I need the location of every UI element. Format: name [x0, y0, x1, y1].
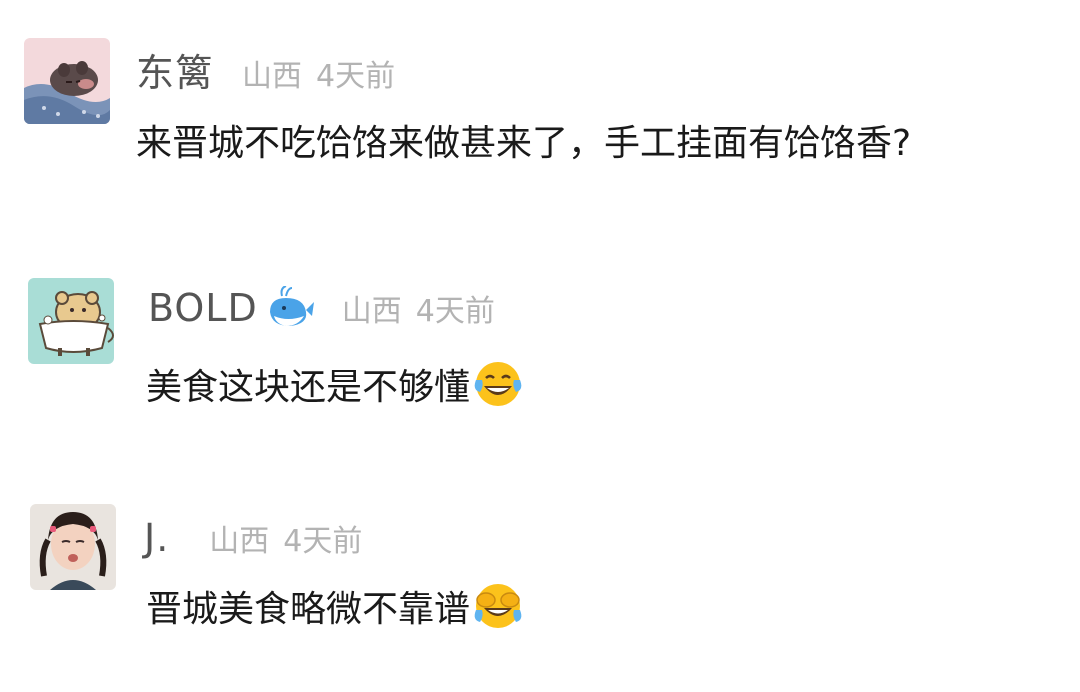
comment-meta: BOLD 山西 4天前 — [148, 285, 495, 330]
location-label: 山西 — [242, 59, 303, 94]
timestamp: 4天前 — [283, 524, 363, 559]
comment-item: 东篱 山西 4天前 来晋城不吃饸饹来做甚来了，手工挂面有饸饹香? — [0, 0, 1080, 230]
comment-item: BOLD 山西 4天前 美食这块还是不够懂 — [0, 230, 1080, 470]
username[interactable]: BOLD — [148, 286, 258, 330]
comment-text: 来晋城不吃饸饹来做甚来了，手工挂面有饸饹香? — [136, 114, 911, 166]
username[interactable]: 东篱 — [136, 42, 214, 97]
timestamp: 4天前 — [316, 59, 396, 94]
comment-text-content: 来晋城不吃饸饹来做甚来了，手工挂面有饸饹香? — [136, 123, 912, 164]
timestamp: 4天前 — [415, 294, 495, 329]
comment-text: 美食这块还是不够懂 — [146, 358, 524, 410]
location-label: 山西 — [209, 524, 270, 559]
comment-meta: J. 山西 4天前 — [144, 516, 362, 560]
comment-text-content: 晋城美食略微不靠谱 — [146, 589, 471, 630]
pig-sleeping-avatar-icon — [24, 38, 110, 124]
user-avatar[interactable] — [24, 38, 110, 124]
username[interactable]: J. — [144, 516, 169, 560]
whale-badge-icon — [264, 285, 314, 330]
location-label: 山西 — [341, 294, 402, 329]
comment-text: 晋城美食略微不靠谱 — [146, 580, 524, 632]
comment-item: J. 山西 4天前 晋城美食略微不靠谱 — [0, 470, 1080, 692]
tears-of-joy-emoji-icon — [472, 358, 524, 410]
covering-face-laughing-emoji-icon — [472, 580, 524, 632]
comment-meta: 东篱 山西 4天前 — [136, 42, 395, 97]
user-avatar[interactable] — [30, 504, 116, 590]
girl-photo-avatar-icon — [30, 504, 116, 590]
comment-text-content: 美食这块还是不够懂 — [146, 367, 471, 408]
cat-in-bathtub-avatar-icon — [28, 278, 114, 364]
user-avatar[interactable] — [28, 278, 114, 364]
